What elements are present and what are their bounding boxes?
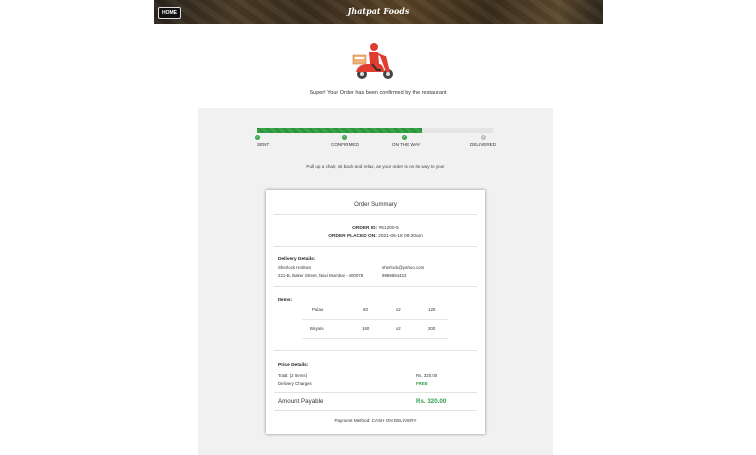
items-heading: Items: xyxy=(278,298,293,303)
order-id-label: ORDER ID: xyxy=(352,226,378,231)
order-id-line: ORDER ID: #51200-5 xyxy=(266,226,485,231)
divider xyxy=(274,410,477,411)
item-qty: x2 xyxy=(396,307,401,312)
step-sent-label: SENT xyxy=(257,142,270,147)
payment-method: Payment Method: CASH ON DELIVERY xyxy=(334,418,417,423)
progress-bar-fill xyxy=(257,128,423,133)
step-delivered-label: DELIVERED xyxy=(470,142,497,147)
total-value: Rs. 320.00 xyxy=(416,373,438,378)
divider xyxy=(274,246,477,247)
table-row: Pulao 60 x2 120 xyxy=(302,302,448,318)
step-on-the-way-label: ON THE WAY xyxy=(392,142,421,147)
amount-payable-label: Amount Payable xyxy=(278,398,324,405)
order-placed-value: 2021-05-18 09:20am xyxy=(378,234,423,239)
item-name: Pulao xyxy=(312,307,324,312)
order-status-panel: ✓ ✓ ✓ ✓ SENT CONFIRMED ON THE WAY DELIVE… xyxy=(198,108,553,455)
divider xyxy=(302,319,448,320)
progress-bar xyxy=(257,128,493,133)
divider xyxy=(302,338,448,339)
step-delivered-check-icon: ✓ xyxy=(481,135,486,140)
order-summary-title: Order Summary xyxy=(354,202,397,208)
delivery-details-heading: Delivery Details: xyxy=(278,257,316,262)
item-price: 60 xyxy=(363,307,368,312)
delivery-charges-value: FREE xyxy=(416,381,428,386)
customer-email: sherlock@yahoo.com xyxy=(382,265,425,270)
confirmation-message: Super! Your Order has been confirmed by … xyxy=(309,90,447,96)
total-label: Total: (2 Items) xyxy=(278,373,308,378)
table-row: Biryani 160 x2 200 xyxy=(302,321,448,337)
step-on-the-way-check-icon: ✓ xyxy=(402,135,407,140)
item-name: Biryani xyxy=(310,326,324,331)
order-placed-line: ORDER PLACED ON: 2021-05-18 09:20am xyxy=(266,234,485,239)
amount-payable-value: Rs. 320.00 xyxy=(416,398,447,405)
divider xyxy=(274,214,477,215)
divider xyxy=(274,286,477,287)
delivery-scooter-icon xyxy=(352,43,393,79)
relax-message: Pull up a chair, sit back and relax, as … xyxy=(306,164,445,169)
item-total: 120 xyxy=(428,307,436,312)
top-bar: HOME Jhatpat Foods xyxy=(154,0,603,24)
price-details-heading: Price Details: xyxy=(278,363,309,368)
item-qty: x2 xyxy=(396,326,401,331)
step-confirmed-label: CONFIRMED xyxy=(331,142,359,147)
delivery-charges-label: Delivery Charges xyxy=(278,381,312,386)
step-confirmed-check-icon: ✓ xyxy=(342,135,347,140)
customer-address: 221-B, Baker Street, Navi Mumbai - 40007… xyxy=(278,273,364,278)
divider xyxy=(274,392,477,393)
item-total: 200 xyxy=(428,326,436,331)
customer-phone: 9988554422 xyxy=(382,273,407,278)
step-sent-check-icon: ✓ xyxy=(255,135,260,140)
item-price: 160 xyxy=(362,326,370,331)
order-id-value: #51200-5 xyxy=(378,226,399,231)
brand-logo[interactable]: Jhatpat Foods xyxy=(154,6,603,16)
order-summary-card: Order Summary ORDER ID: #51200-5 ORDER P… xyxy=(266,190,485,434)
order-placed-label: ORDER PLACED ON: xyxy=(328,234,377,239)
divider xyxy=(274,350,477,351)
customer-name: Sherlock Holmes xyxy=(278,265,312,270)
